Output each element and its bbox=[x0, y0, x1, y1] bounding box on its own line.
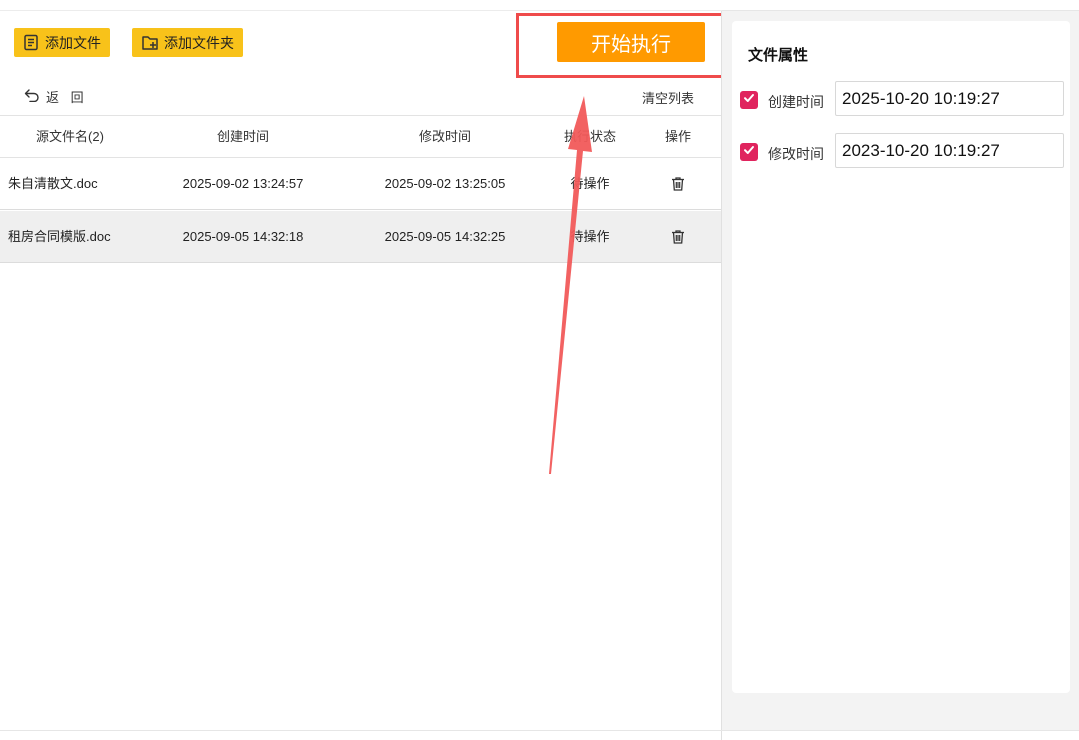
annotation-highlight-box bbox=[516, 13, 742, 78]
created-time-cell: 2025-09-02 13:24:57 bbox=[182, 176, 304, 191]
created-time-cell: 2025-09-05 14:32:18 bbox=[182, 229, 304, 244]
created-time-label: 创建时间 bbox=[768, 94, 824, 110]
modified-time-cell: 2025-09-02 13:25:05 bbox=[384, 176, 506, 191]
add-folder-button[interactable]: 添加文件夹 bbox=[132, 28, 243, 57]
header-source-filename: 源文件名(2) bbox=[36, 129, 104, 144]
check-icon bbox=[743, 143, 755, 161]
modified-time-label: 修改时间 bbox=[768, 146, 824, 162]
back-button[interactable]: 返 回 bbox=[24, 87, 88, 106]
header-action: 操作 bbox=[664, 129, 691, 144]
back-label: 返 回 bbox=[46, 90, 88, 105]
check-icon bbox=[743, 91, 755, 109]
trash-icon[interactable] bbox=[670, 229, 686, 250]
status-cell: 待操作 bbox=[570, 229, 610, 244]
bottom-divider bbox=[0, 730, 1079, 731]
undo-arrow-icon bbox=[24, 88, 40, 105]
modified-time-checkbox[interactable] bbox=[740, 143, 758, 161]
add-file-label: 添加文件 bbox=[45, 34, 101, 51]
file-name-cell: 租房合同模版.doc bbox=[8, 229, 111, 244]
file-list-icon bbox=[23, 34, 40, 51]
file-properties-title: 文件属性 bbox=[748, 47, 809, 64]
trash-icon[interactable] bbox=[670, 176, 686, 197]
add-file-button[interactable]: 添加文件 bbox=[14, 28, 110, 57]
panel-divider bbox=[721, 11, 722, 740]
header-created-time: 创建时间 bbox=[216, 129, 269, 144]
created-time-input[interactable]: 2025-10-20 10:19:27 bbox=[835, 81, 1064, 116]
modified-time-input[interactable]: 2023-10-20 10:19:27 bbox=[835, 133, 1064, 168]
clear-list-button[interactable]: 清空列表 bbox=[642, 88, 694, 107]
table-row[interactable]: 租房合同模版.doc 2025-09-05 14:32:18 2025-09-0… bbox=[0, 211, 722, 263]
header-exec-status: 执行状态 bbox=[563, 129, 616, 144]
status-cell: 待操作 bbox=[570, 176, 610, 191]
created-time-checkbox[interactable] bbox=[740, 91, 758, 109]
header-modified-time: 修改时间 bbox=[418, 129, 471, 144]
file-properties-panel bbox=[732, 21, 1070, 693]
add-folder-label: 添加文件夹 bbox=[164, 34, 234, 51]
table-header: 源文件名(2) 创建时间 修改时间 执行状态 操作 bbox=[0, 116, 722, 157]
table-row[interactable]: 朱自清散文.doc 2025-09-02 13:24:57 2025-09-02… bbox=[0, 158, 722, 210]
file-name-cell: 朱自清散文.doc bbox=[8, 176, 98, 191]
folder-add-icon bbox=[141, 34, 159, 51]
modified-time-cell: 2025-09-05 14:32:25 bbox=[384, 229, 506, 244]
top-divider bbox=[0, 10, 722, 11]
